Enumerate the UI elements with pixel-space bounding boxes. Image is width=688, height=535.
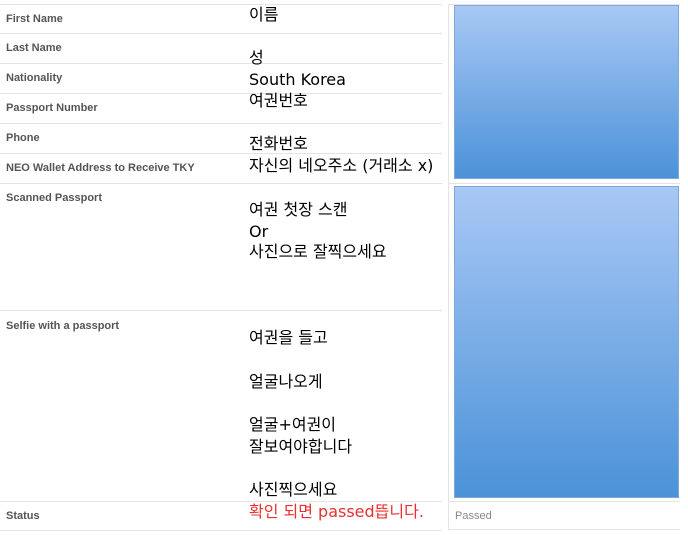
right-divider-status [448, 501, 680, 502]
annotation-nationality: South Korea [249, 70, 346, 89]
phone-label: Phone [6, 132, 40, 144]
scanned-passport-label: Scanned Passport [6, 192, 102, 204]
row-first-name: First Name [0, 4, 442, 34]
annotation-selfie-line1: 여권을 들고 [249, 328, 328, 347]
annotation-phone: 전화번호 [249, 134, 308, 153]
selfie-label: Selfie with a passport [6, 320, 120, 332]
passport-number-label: Passport Number [6, 102, 98, 114]
annotation-scanned-passport-line1: 여권 첫장 스캔 [249, 200, 348, 219]
passport-image-upload[interactable] [454, 5, 679, 179]
row-phone: Phone [0, 123, 442, 154]
annotation-neo-wallet: 자신의 네오주소 (거래소 x) [249, 156, 434, 175]
row-last-name: Last Name [0, 33, 442, 64]
annotation-scanned-passport-line2: Or [249, 222, 269, 241]
annotation-selfie-line2: 얼굴나오게 [249, 372, 323, 391]
annotation-status: 확인 되면 passed뜹니다. [249, 502, 424, 521]
neo-wallet-label: NEO Wallet Address to Receive TKY [6, 162, 195, 174]
row-nationality: Nationality [0, 63, 442, 94]
row-selfie: Selfie with a passport [0, 310, 442, 502]
first-name-label: First Name [6, 13, 63, 25]
last-name-label: Last Name [6, 42, 62, 54]
right-divider-bottom [448, 529, 680, 530]
annotation-selfie-line5: 사진찍으세요 [249, 480, 338, 499]
status-value: Passed [455, 510, 492, 522]
annotation-first-name: 이름 [249, 5, 279, 24]
status-label: Status [6, 510, 40, 522]
right-divider-mid [448, 183, 680, 184]
nationality-label: Nationality [6, 72, 63, 84]
annotation-selfie-line3: 얼굴+여권이 [249, 415, 337, 434]
annotation-scanned-passport-line3: 사진으로 잘찍으세요 [249, 242, 387, 261]
selfie-image-upload[interactable] [454, 186, 679, 498]
annotation-last-name: 성 [249, 48, 264, 67]
annotation-selfie-line4: 잘보여야합니다 [249, 437, 353, 456]
annotation-passport-number: 여권번호 [249, 91, 308, 110]
row-passport-number: Passport Number [0, 93, 442, 124]
vertical-divider [448, 4, 449, 530]
